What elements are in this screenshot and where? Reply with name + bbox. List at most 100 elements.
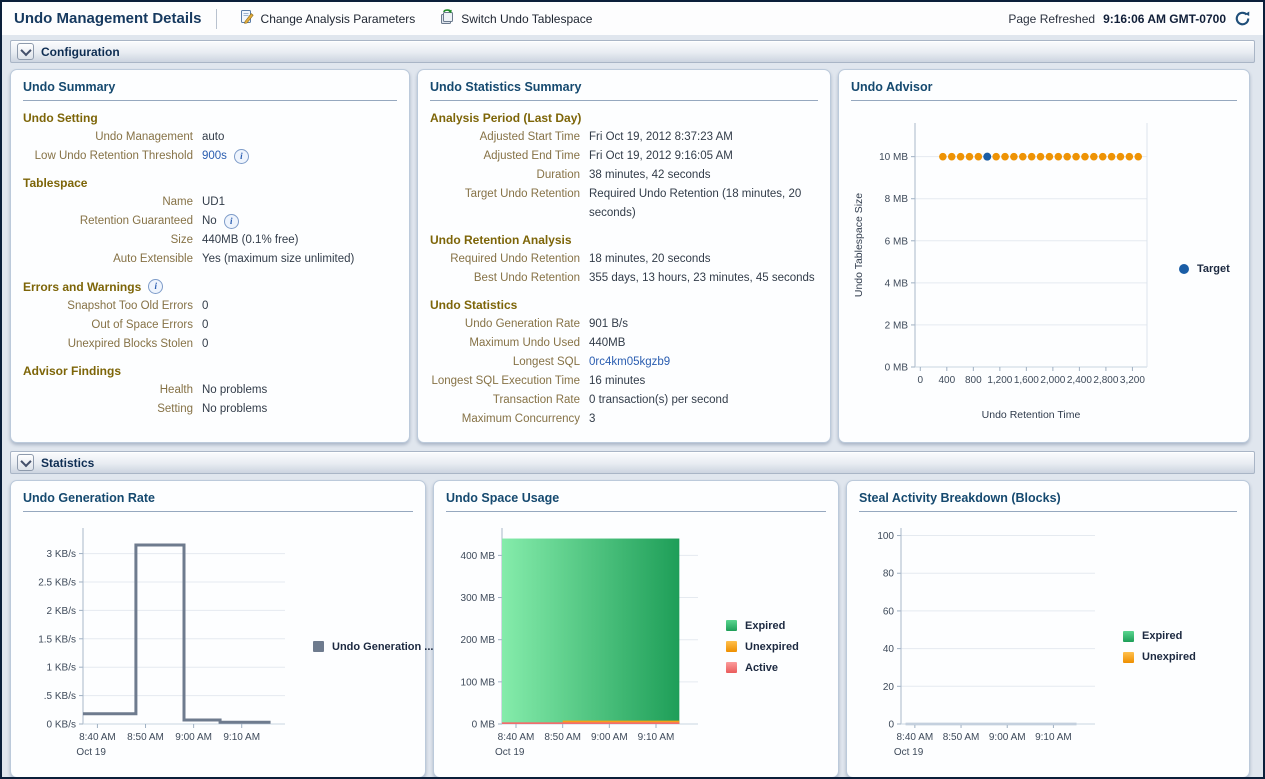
legend-swatch — [1123, 652, 1134, 663]
group-heading: Undo Statistics — [430, 298, 818, 312]
svg-text:Undo Retention Time: Undo Retention Time — [982, 409, 1081, 421]
svg-text:80: 80 — [883, 569, 895, 580]
svg-text:9:00 AM: 9:00 AM — [989, 732, 1026, 743]
svg-text:60: 60 — [883, 606, 895, 617]
svg-text:0 MB: 0 MB — [885, 363, 909, 374]
page-refreshed-area: Page Refreshed 9:16:06 AM GMT-0700 — [1008, 10, 1251, 27]
svg-text:100 MB: 100 MB — [461, 677, 496, 688]
legend-swatch — [1179, 264, 1189, 274]
detail-row: Duration38 minutes, 42 seconds — [430, 166, 818, 185]
info-icon[interactable]: i — [148, 279, 163, 294]
field-label: Unexpired Blocks Stolen — [23, 335, 202, 354]
undo-statistics-summary-body: Analysis Period (Last Day) Adjusted Start… — [430, 111, 818, 429]
info-icon[interactable]: i — [224, 214, 239, 229]
svg-text:10 MB: 10 MB — [879, 152, 908, 163]
svg-text:40: 40 — [883, 644, 895, 655]
legend-swatch — [1123, 631, 1134, 642]
legend-item: Expired — [1123, 630, 1196, 642]
detail-row: HealthNo problems — [23, 381, 397, 400]
svg-text:300 MB: 300 MB — [461, 593, 496, 604]
detail-row: Undo Generation Rate901 B/s — [430, 315, 818, 334]
svg-text:9:00 AM: 9:00 AM — [175, 732, 212, 743]
page-content: Configuration Undo Summary Undo SettingU… — [2, 35, 1263, 777]
undo-advisor-legend: Target — [1179, 263, 1230, 275]
refresh-icon[interactable] — [1234, 10, 1251, 27]
undo-space-usage-svg: 0 MB100 MB200 MB300 MB400 MB8:40 AM8:50 … — [446, 518, 708, 770]
svg-text:2.5 KB/s: 2.5 KB/s — [38, 577, 76, 588]
field-label: Undo Management — [23, 128, 202, 147]
panel-title: Steal Activity Breakdown (Blocks) — [859, 489, 1237, 512]
undo-generation-rate-svg: 0 KB/s.5 KB/s1 KB/s1.5 KB/s2 KB/s2.5 KB/… — [23, 518, 295, 770]
field-label: Adjusted End Time — [430, 147, 589, 166]
svg-text:0 MB: 0 MB — [472, 720, 496, 731]
steal-activity-breakdown-legend: ExpiredUnexpired — [1123, 630, 1196, 663]
info-icon[interactable]: i — [234, 149, 249, 164]
svg-text:8:50 AM: 8:50 AM — [943, 732, 980, 743]
undo-management-window: Undo Management Details Change Analysis … — [0, 0, 1265, 779]
detail-row: Snapshot Too Old Errors0 — [23, 297, 397, 316]
legend-swatch — [313, 641, 324, 652]
field-value: auto — [202, 128, 224, 147]
legend-label: Expired — [1142, 630, 1182, 642]
field-value: 3 — [589, 410, 595, 429]
field-label: Health — [23, 381, 202, 400]
svg-text:2,400: 2,400 — [1067, 375, 1092, 386]
detail-row: Best Undo Retention355 days, 13 hours, 2… — [430, 269, 818, 288]
change-analysis-parameters-label: Change Analysis Parameters — [261, 12, 416, 26]
legend-label: Active — [745, 662, 778, 674]
panel-title: Undo Space Usage — [446, 489, 826, 512]
field-label: Name — [23, 193, 202, 212]
switch-undo-tablespace-button[interactable]: Switch Undo Tablespace — [431, 6, 600, 31]
detail-row: Adjusted Start TimeFri Oct 19, 2012 8:37… — [430, 128, 818, 147]
change-analysis-parameters-button[interactable]: Change Analysis Parameters — [231, 6, 424, 31]
svg-text:800: 800 — [965, 375, 982, 386]
svg-text:9:10 AM: 9:10 AM — [1035, 732, 1072, 743]
field-value-link[interactable]: 900s — [202, 147, 227, 166]
field-label: Out of Space Errors — [23, 316, 202, 335]
svg-text:.5 KB/s: .5 KB/s — [44, 691, 76, 702]
field-value: 440MB (0.1% free) — [202, 231, 299, 250]
field-label: Target Undo Retention — [430, 185, 589, 223]
field-label: Auto Extensible — [23, 250, 202, 269]
field-value: Fri Oct 19, 2012 9:16:05 AM — [589, 147, 733, 166]
svg-text:0: 0 — [888, 720, 894, 731]
statistics-collapse-button[interactable] — [17, 454, 34, 471]
detail-row: Auto ExtensibleYes (maximum size unlimit… — [23, 250, 397, 269]
configuration-collapse-button[interactable] — [17, 43, 34, 60]
panel-title: Undo Statistics Summary — [430, 78, 818, 101]
group-heading: Tablespace — [23, 176, 397, 190]
legend-label: Expired — [745, 620, 785, 632]
undo-summary-body: Undo SettingUndo ManagementautoLow Undo … — [23, 111, 397, 419]
svg-text:6 MB: 6 MB — [885, 236, 909, 247]
steal-activity-breakdown-panel: Steal Activity Breakdown (Blocks) 0 20 40 6… — [846, 480, 1250, 777]
detail-row: Undo Managementauto — [23, 128, 397, 147]
svg-text:2,000: 2,000 — [1040, 375, 1065, 386]
field-label: Required Undo Retention — [430, 250, 589, 269]
detail-row: Required Undo Retention18 minutes, 20 se… — [430, 250, 818, 269]
group-heading: Analysis Period (Last Day) — [430, 111, 818, 125]
legend-label: Target — [1197, 263, 1230, 275]
field-label: Setting — [23, 400, 202, 419]
field-label: Retention Guaranteed — [23, 212, 202, 231]
svg-text:8:40 AM: 8:40 AM — [498, 732, 535, 743]
svg-text:1,200: 1,200 — [987, 375, 1012, 386]
svg-text:20: 20 — [883, 682, 895, 693]
field-value: 38 minutes, 42 seconds — [589, 166, 710, 185]
field-label: Low Undo Retention Threshold — [23, 147, 202, 166]
svg-text:4 MB: 4 MB — [885, 278, 909, 289]
field-value: 0 — [202, 335, 208, 354]
edit-parameters-icon — [239, 9, 255, 28]
undo-generation-rate-chart: 0 KB/s.5 KB/s1 KB/s1.5 KB/s2 KB/s2.5 KB/… — [23, 518, 295, 775]
svg-text:9:10 AM: 9:10 AM — [223, 732, 260, 743]
field-value: No problems — [202, 381, 267, 400]
panel-title: Undo Generation Rate — [23, 489, 413, 512]
field-value-link[interactable]: 0rc4km05kgzb9 — [589, 353, 670, 372]
field-value: 0 transaction(s) per second — [589, 391, 728, 410]
svg-text:2 KB/s: 2 KB/s — [47, 606, 76, 617]
undo-generation-rate-panel: Undo Generation Rate 0 KB/s.5 KB/s1 KB/s… — [10, 480, 426, 777]
svg-text:8:50 AM: 8:50 AM — [127, 732, 164, 743]
svg-text:Oct 19: Oct 19 — [76, 747, 106, 758]
field-label: Snapshot Too Old Errors — [23, 297, 202, 316]
svg-text:3 KB/s: 3 KB/s — [47, 549, 76, 560]
undo-statistics-summary-panel: Undo Statistics Summary Analysis Period … — [417, 69, 831, 443]
